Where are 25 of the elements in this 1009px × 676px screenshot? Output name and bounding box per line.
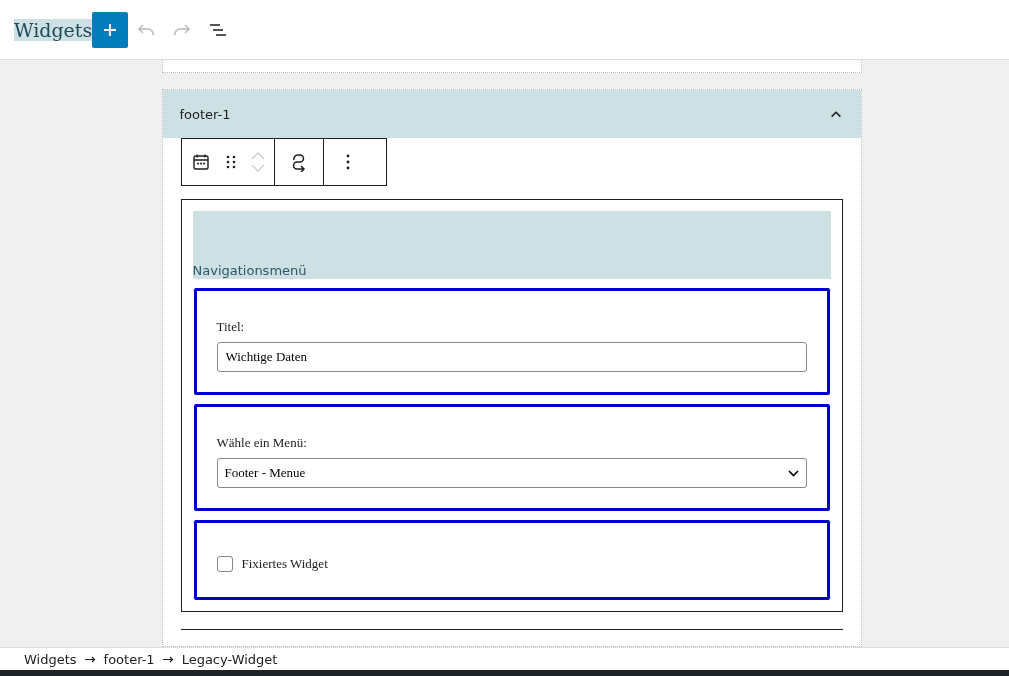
plus-icon xyxy=(102,21,119,38)
widget-title: Navigationsmenü xyxy=(192,263,307,279)
breadcrumb-link[interactable]: Widgets xyxy=(24,651,77,667)
widget-area-header[interactable]: footer-1 xyxy=(162,90,861,138)
field-label: Wähle ein Menü: xyxy=(216,435,308,451)
drag-icon xyxy=(225,154,236,170)
arrow-icon xyxy=(84,655,96,663)
menu-dropdown[interactable]: Footer - Menue xyxy=(216,458,807,488)
checkbox[interactable] xyxy=(216,556,233,572)
calendar-icon xyxy=(191,153,210,171)
move-up-icon[interactable] xyxy=(250,152,265,160)
arrow-icon xyxy=(162,655,174,663)
undo-icon xyxy=(137,22,156,37)
title-input-field[interactable]: Wichtige Daten xyxy=(216,342,807,372)
page-title: Widgets xyxy=(14,18,93,41)
add-block-button[interactable] xyxy=(92,11,129,48)
breadcrumb-link[interactable]: Legacy-Widget xyxy=(181,651,278,667)
more-options-icon xyxy=(345,154,350,170)
redo-icon xyxy=(173,22,192,37)
list-view-icon xyxy=(208,21,229,38)
chevron-down-icon xyxy=(787,469,799,477)
checkbox-label: Fixiertes Widget xyxy=(241,556,328,572)
breadcrumb-link[interactable]: footer-1 xyxy=(103,651,155,667)
field-label: Titel: xyxy=(216,319,246,335)
move-down-icon[interactable] xyxy=(250,164,265,172)
